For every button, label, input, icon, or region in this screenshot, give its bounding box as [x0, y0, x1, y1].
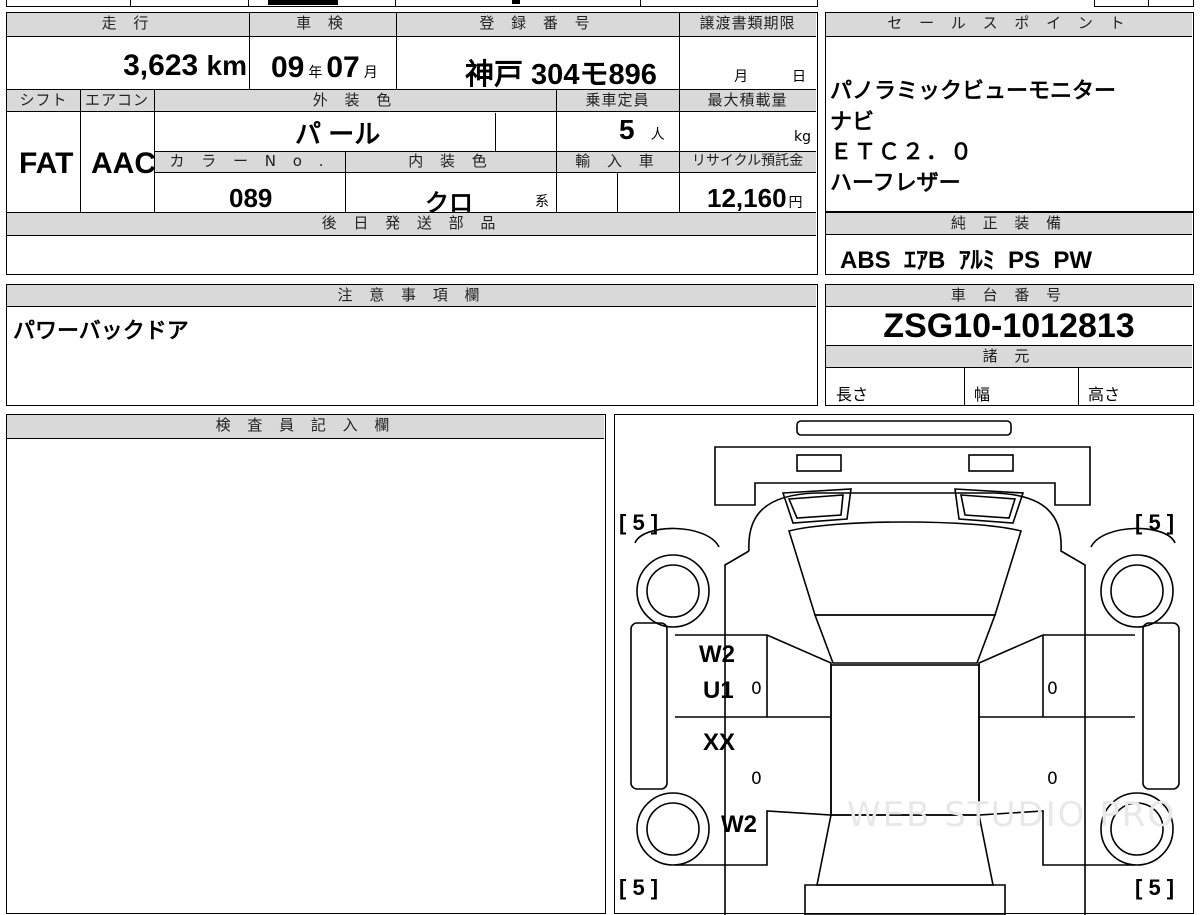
notes-box: 注 意 事 項 欄 パワーバックドア [6, 284, 818, 406]
capacity-unit: 人 [650, 126, 665, 142]
capacity-header: 乗車定員 [556, 90, 679, 112]
mileage-value: 3,623 km [123, 49, 247, 82]
exterior-color-header: 外 装 色 [154, 90, 556, 112]
standard-equipment-header: 純 正 装 備 [826, 213, 1192, 235]
deadline-month-unit: 月 [734, 69, 748, 85]
sales-points-header: セ ー ル ス ポ イ ン ト [826, 13, 1192, 37]
exterior-color-value: パ ール [295, 119, 381, 149]
shift-value: FAT [19, 147, 74, 180]
chassis-box: 車 台 番 号 ZSG10-1012813 諸 元 長さ 幅 高さ [825, 284, 1194, 406]
capacity-value: 5人 [619, 114, 665, 145]
standard-equipment-box: 純 正 装 備 ABS ｴｱB ｱﾙﾐ PS PW [825, 212, 1194, 275]
damage-diagram: [ 5 ] [ 5 ] [ 5 ] [ 5 ] W2 U1 XX W2 0 0 … [614, 414, 1194, 915]
aircon-header: エアコン [80, 90, 154, 112]
sales-point-item: ナビ [830, 109, 875, 135]
damage-code: XX [703, 729, 736, 756]
sales-points-box: セ ー ル ス ポ イ ン ト パノラミックビューモニター ナビ ＥＴＣ２．０ … [825, 12, 1194, 212]
aircon-value: AAC [91, 147, 156, 180]
top-cutoff-row [0, 0, 1200, 8]
damage-code: W2 [699, 641, 735, 668]
recycle-header: リサイクル預託金 [679, 151, 816, 173]
recycle-fee-unit: 円 [788, 194, 803, 210]
shift-header: シフト [7, 90, 80, 112]
tire-mark-front-left: [ 5 ] [619, 510, 659, 535]
zero-mark: 0 [751, 679, 762, 699]
registration-header: 登 録 番 号 [396, 13, 679, 37]
color-no-value: 089 [229, 183, 273, 213]
inspector-box: 検 査 員 記 入 欄 [6, 414, 606, 914]
spec-width-label: 幅 [974, 385, 991, 404]
inspection-value: 09 年 07 月 [271, 51, 378, 84]
registration-number: 神戸 304モ896 [465, 59, 657, 91]
interior-color-header: 内 装 色 [345, 151, 556, 173]
spec-length-label: 長さ [836, 385, 869, 404]
zero-mark: 0 [1047, 679, 1058, 699]
tire-mark-front-right: [ 5 ] [1135, 510, 1175, 535]
zero-mark: 0 [1047, 769, 1058, 789]
later-parts-header: 後 日 発 送 部 品 [7, 213, 816, 236]
zero-mark: 0 [751, 769, 762, 789]
deadline-day-unit: 日 [792, 69, 806, 85]
mileage-unit: km [206, 50, 247, 81]
recycle-fee-value: 12,160 円 [707, 183, 803, 213]
chassis-header: 車 台 番 号 [826, 285, 1192, 307]
sales-points-list: パノラミックビューモニター ナビ ＥＴＣ２．０ ハーフレザー [826, 77, 1192, 199]
transfer-deadline-header: 譲渡書類期限 [679, 13, 816, 37]
tire-mark-rear-right: [ 5 ] [1135, 875, 1175, 900]
interior-color-suffix: 系 [535, 194, 549, 210]
sales-point-item: パノラミックビューモニター [830, 79, 1117, 104]
inspection-header: 車 検 [249, 13, 396, 37]
color-no-header: カ ラ ー N o . [154, 151, 345, 173]
vehicle-info-table: 走 行 車 検 登 録 番 号 譲渡書類期限 3,623 km 09 年 07 月 神… [6, 12, 818, 275]
chassis-number: ZSG10-1012813 [883, 307, 1135, 345]
mileage-header: 走 行 [7, 13, 249, 37]
watermark: WEB STUDIO PRO [847, 795, 1177, 835]
max-load-unit: kg [794, 129, 811, 145]
sales-point-item: ＥＴＣ２．０ [830, 140, 975, 165]
notes-header: 注 意 事 項 欄 [7, 285, 816, 307]
sales-point-item: ハーフレザー [830, 170, 961, 196]
max-load-header: 最大積載量 [679, 90, 816, 112]
damage-code: W2 [721, 811, 757, 838]
standard-equipment-value: ABS ｴｱB ｱﾙﾐ PS PW [840, 247, 1093, 274]
notes-text: パワーバックドア [13, 319, 189, 344]
tire-mark-rear-left: [ 5 ] [619, 875, 659, 900]
specs-header: 諸 元 [826, 346, 1192, 368]
import-header: 輸 入 車 [556, 151, 679, 173]
inspector-header: 検 査 員 記 入 欄 [7, 415, 604, 439]
spec-height-label: 高さ [1088, 385, 1121, 404]
damage-code: U1 [703, 677, 734, 704]
